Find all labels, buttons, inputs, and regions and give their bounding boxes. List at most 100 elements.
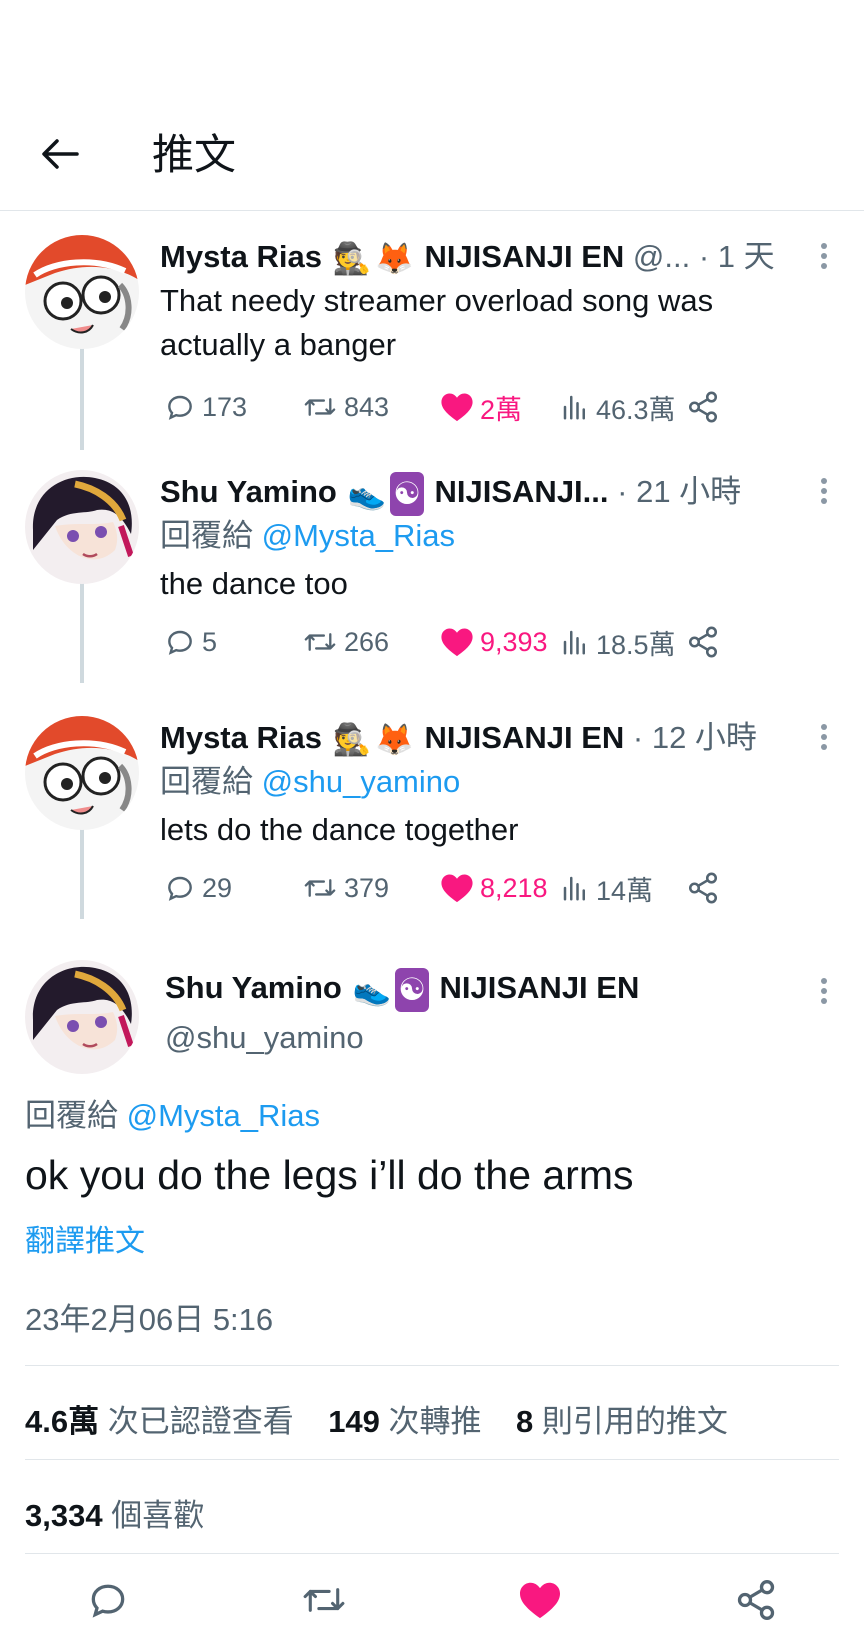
avatar-shu[interactable] bbox=[25, 960, 139, 1074]
quotes-label: 則引用的推文 bbox=[541, 1404, 728, 1439]
display-name[interactable]: Mysta Rias bbox=[160, 720, 322, 755]
views-count: 4.6萬 bbox=[25, 1404, 100, 1439]
reply-prefix: 回覆給 bbox=[25, 1098, 118, 1133]
reply-button[interactable]: 29 bbox=[164, 866, 232, 910]
tweet-header: Mysta Rias 🕵 🦊 NIJISANJI EN · 12 小時 bbox=[160, 716, 864, 762]
quotes-count: 8 bbox=[516, 1404, 534, 1439]
retweet-icon bbox=[304, 633, 336, 651]
more-icon[interactable] bbox=[819, 239, 829, 269]
avatar-mysta[interactable] bbox=[25, 235, 139, 349]
retweet-button[interactable]: 843 bbox=[302, 385, 389, 429]
affiliation: NIJISANJI EN bbox=[439, 970, 640, 1005]
like-button[interactable]: 9,393 bbox=[440, 620, 548, 664]
retweet-button[interactable] bbox=[296, 1572, 352, 1628]
retweet-count: 379 bbox=[344, 872, 390, 903]
more-icon[interactable] bbox=[819, 720, 829, 750]
tweet-time[interactable]: · 1 天 bbox=[699, 239, 775, 274]
share-icon bbox=[688, 391, 718, 423]
like-button[interactable] bbox=[512, 1572, 568, 1628]
fox-emoji-icon: 🦊 bbox=[375, 721, 414, 757]
affiliation: NIJISANJI... bbox=[434, 474, 609, 509]
like-button[interactable]: 8,218 bbox=[440, 866, 548, 910]
reply-button[interactable]: 5 bbox=[164, 620, 217, 664]
display-name[interactable]: Shu Yamino bbox=[160, 474, 337, 509]
reply-icon bbox=[91, 1584, 125, 1618]
yin-yang-emoji-icon: ☯ bbox=[395, 967, 429, 1012]
retweet-icon bbox=[303, 1588, 345, 1612]
quotes-stat[interactable]: 8 則引用的推文 bbox=[516, 1404, 728, 1439]
reply-to-line: 回覆給 @Mysta_Rias bbox=[25, 1094, 320, 1138]
divider bbox=[25, 1553, 839, 1554]
sneaker-emoji-icon: 👟 bbox=[352, 971, 392, 1007]
tweet-time[interactable]: · 21 小時 bbox=[617, 474, 741, 509]
back-arrow-icon[interactable] bbox=[38, 132, 82, 176]
view-count: 46.3萬 bbox=[596, 394, 676, 425]
reply-mention[interactable]: @shu_yamino bbox=[262, 764, 461, 799]
tweet-timestamp: 23年2月06日 5:16 bbox=[25, 1302, 274, 1337]
tweet-text: That needy streamer overload song was ac… bbox=[160, 283, 714, 362]
thread-tweet[interactable]: Mysta Rias 🕵 🦊 NIJISANJI EN @... · 1 天 Th… bbox=[0, 235, 864, 435]
tweet-header: Shu Yamino 👟 ☯ NIJISANJI... · 21 小時 bbox=[160, 470, 864, 516]
views-icon bbox=[563, 876, 585, 901]
share-button[interactable] bbox=[686, 385, 726, 429]
reply-count: 173 bbox=[202, 391, 248, 422]
reply-icon bbox=[168, 876, 192, 901]
retweet-icon bbox=[304, 879, 336, 897]
like-count: 8,218 bbox=[480, 872, 548, 903]
views-icon bbox=[563, 630, 585, 655]
share-button[interactable] bbox=[686, 866, 726, 910]
share-icon bbox=[737, 1580, 775, 1620]
thread-tweet[interactable]: Shu Yamino 👟 ☯ NIJISANJI... · 21 小時 回覆給 @… bbox=[0, 470, 864, 670]
avatar-mysta[interactable] bbox=[25, 716, 139, 830]
tweet-actions: 5 266 9,393 18.5萬 bbox=[160, 620, 800, 664]
tweet-text: the dance too bbox=[160, 566, 348, 601]
stats-row: 4.6萬 次已認證查看 149 次轉推 8 則引用的推文 bbox=[25, 1400, 728, 1444]
avatar-shu[interactable] bbox=[25, 470, 139, 584]
view-count: 18.5萬 bbox=[596, 629, 676, 660]
handle[interactable]: @shu_yamino bbox=[165, 1016, 364, 1060]
reply-icon bbox=[168, 395, 192, 420]
likes-stat[interactable]: 3,334 個喜歡 bbox=[25, 1494, 204, 1538]
sneaker-emoji-icon: 👟 bbox=[347, 475, 387, 511]
views-button[interactable]: 18.5萬 bbox=[560, 620, 676, 664]
retweet-count: 266 bbox=[344, 626, 390, 657]
thread-tweet[interactable]: Mysta Rias 🕵 🦊 NIJISANJI EN · 12 小時 回覆給 @… bbox=[0, 716, 864, 916]
views-button[interactable]: 46.3萬 bbox=[560, 385, 676, 429]
display-name[interactable]: Mysta Rias bbox=[160, 239, 322, 274]
reply-button[interactable] bbox=[80, 1572, 136, 1628]
like-count: 9,393 bbox=[480, 626, 548, 657]
more-icon[interactable] bbox=[819, 974, 829, 1004]
more-icon[interactable] bbox=[819, 474, 829, 504]
view-count: 14萬 bbox=[596, 875, 654, 906]
reply-button[interactable]: 173 bbox=[164, 385, 247, 429]
reply-mention[interactable]: @Mysta_Rias bbox=[127, 1098, 320, 1133]
likes-label: 個喜歡 bbox=[111, 1498, 205, 1533]
tweet-action-bar bbox=[0, 1560, 864, 1640]
retweet-count: 843 bbox=[344, 391, 390, 422]
share-button[interactable] bbox=[686, 620, 726, 664]
retweets-stat[interactable]: 149 次轉推 bbox=[328, 1404, 481, 1439]
tweet-actions: 173 843 2萬 46.3萬 bbox=[160, 385, 800, 429]
retweets-label: 次轉推 bbox=[388, 1404, 482, 1439]
share-icon bbox=[688, 872, 718, 904]
reply-mention[interactable]: @Mysta_Rias bbox=[262, 518, 455, 553]
heart-icon bbox=[520, 1582, 560, 1619]
reply-to-line: 回覆給 @shu_yamino bbox=[160, 760, 460, 804]
tweet-time[interactable]: · 12 小時 bbox=[633, 720, 757, 755]
retweet-button[interactable]: 379 bbox=[302, 866, 389, 910]
top-bar: 推文 bbox=[0, 110, 864, 211]
display-name[interactable]: Shu Yamino bbox=[165, 970, 342, 1005]
like-button[interactable]: 2萬 bbox=[440, 385, 522, 429]
affiliation: NIJISANJI EN bbox=[424, 239, 625, 274]
retweet-button[interactable]: 266 bbox=[302, 620, 389, 664]
retweet-icon bbox=[304, 398, 336, 416]
translate-link[interactable]: 翻譯推文 bbox=[25, 1220, 145, 1264]
reply-count: 29 bbox=[202, 872, 233, 903]
heart-icon bbox=[441, 393, 473, 422]
share-button[interactable] bbox=[728, 1572, 784, 1628]
views-button[interactable]: 14萬 bbox=[560, 866, 653, 910]
handle[interactable]: @... bbox=[633, 239, 690, 274]
views-stat[interactable]: 4.6萬 次已認證查看 bbox=[25, 1404, 294, 1439]
reply-icon bbox=[168, 630, 192, 655]
views-icon bbox=[563, 395, 585, 420]
